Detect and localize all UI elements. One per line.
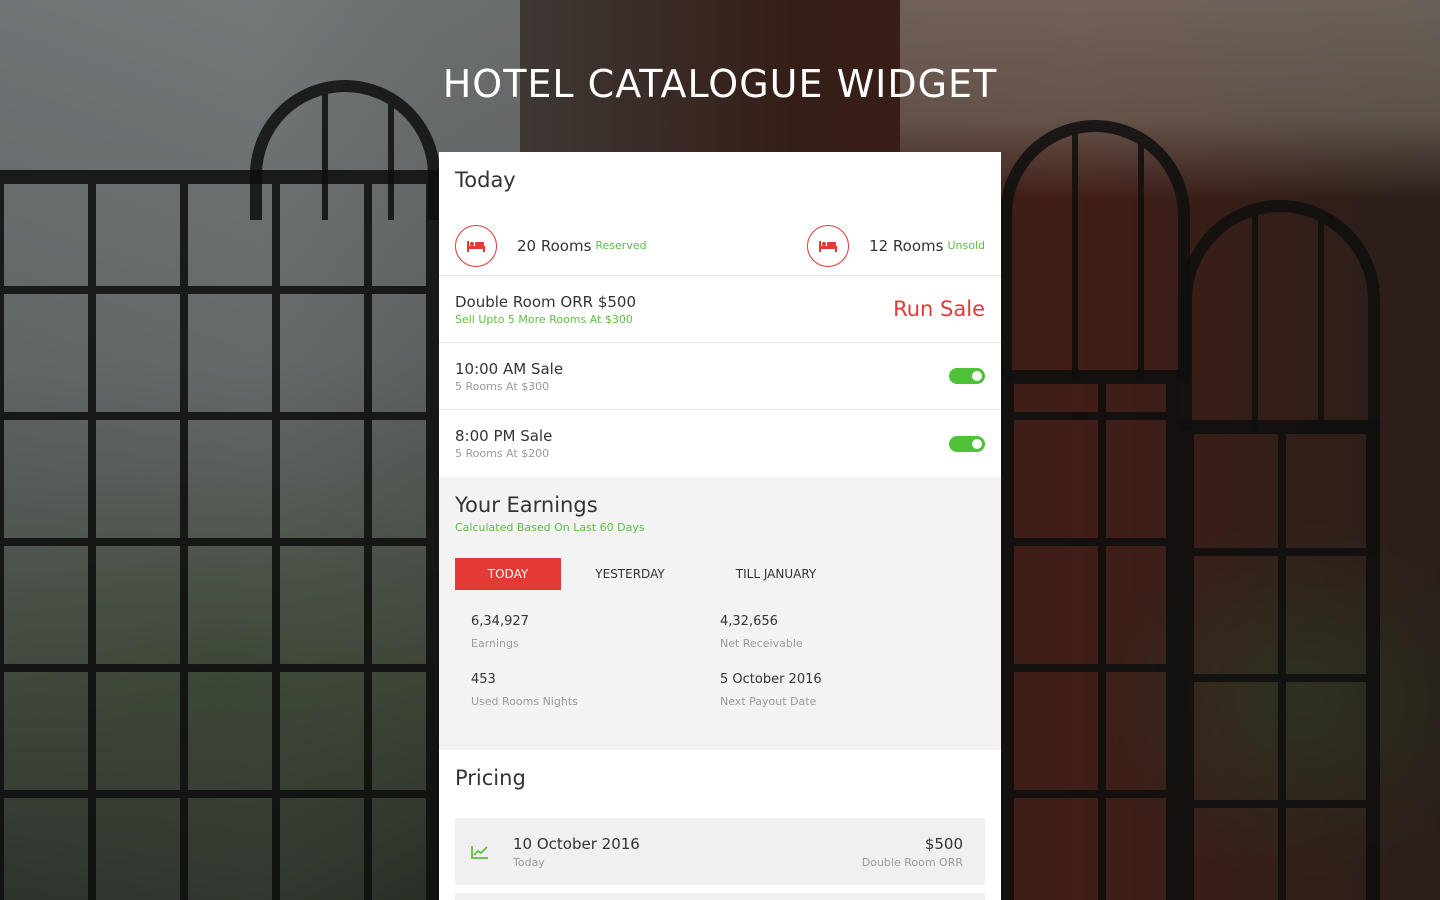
- today-heading: Today: [455, 168, 516, 192]
- stat-value: 6,34,927: [471, 614, 529, 629]
- sale-toggle[interactable]: [949, 368, 985, 384]
- sale-row: 8:00 PM Sale 5 Rooms At $200: [439, 410, 1001, 477]
- sale-subtitle: 5 Rooms At $300: [455, 379, 550, 393]
- stat-value: 453: [471, 672, 496, 687]
- stat-net-receivable: 4,32,656 Net Receivable: [720, 614, 969, 650]
- offer-row: Double Room ORR $500 Sell Upto 5 More Ro…: [439, 276, 1001, 343]
- stat-label: Used Rooms Nights: [471, 695, 578, 708]
- tab-till-january[interactable]: TILL JANUARY: [699, 558, 853, 590]
- stat-value: 5 October 2016: [720, 672, 822, 687]
- price-day: Today: [513, 855, 545, 869]
- unsold-tag: Unsold: [947, 239, 985, 252]
- stat-label: Next Payout Date: [720, 695, 817, 708]
- earnings-subtitle: Calculated Based On Last 60 Days: [455, 521, 645, 534]
- stat-label: Earnings: [471, 637, 519, 650]
- pricing-heading: Pricing: [455, 766, 526, 790]
- stat-next-payout: 5 October 2016 Next Payout Date: [720, 672, 969, 708]
- pricing-section: Pricing 10 October 2016 Today $500 Doubl…: [439, 750, 1001, 900]
- sale-subtitle: 5 Rooms At $200: [455, 447, 550, 460]
- reserved-tag: Reserved: [595, 239, 647, 252]
- rooms-summary: 20 Rooms Reserved 12 Rooms Unsold: [439, 216, 1001, 276]
- catalogue-widget: Today 20 Rooms Reserved 12 Rooms Unsold …: [439, 152, 1001, 900]
- tab-today[interactable]: TODAY: [455, 558, 561, 590]
- earnings-stats: 6,34,927 Earnings 4,32,656 Net Receivabl…: [455, 614, 985, 708]
- price-item[interactable]: 10 October 2016 Today $500 Double Room O…: [455, 818, 985, 885]
- earnings-tabs: TODAY YESTERDAY TILL JANUARY: [455, 558, 985, 590]
- run-sale-button[interactable]: Run Sale: [893, 297, 985, 321]
- offer-subtitle: Sell Upto 5 More Rooms At $300: [455, 312, 633, 326]
- offer-title: Double Room ORR $500: [455, 292, 636, 311]
- unsold-count: 12 Rooms: [869, 236, 944, 255]
- price-room: Double Room ORR: [861, 855, 963, 869]
- earnings-heading: Your Earnings: [455, 493, 598, 517]
- earnings-section: Your Earnings Calculated Based On Last 6…: [439, 477, 1001, 750]
- bed-icon: [807, 224, 850, 267]
- tab-yesterday[interactable]: YESTERDAY: [561, 558, 699, 590]
- trend-up-icon: [471, 845, 488, 859]
- stat-earnings: 6,34,927 Earnings: [471, 614, 720, 650]
- reserved-rooms: 20 Rooms Reserved: [455, 224, 647, 267]
- price-item[interactable]: [455, 893, 985, 900]
- page-title: HOTEL CATALOGUE WIDGET: [442, 62, 998, 106]
- stat-used-room-nights: 453 Used Rooms Nights: [471, 672, 720, 708]
- today-header: Today: [439, 152, 1001, 216]
- unsold-rooms: 12 Rooms Unsold: [807, 224, 985, 267]
- stat-label: Net Receivable: [720, 637, 803, 650]
- sale-row: 10:00 AM Sale 5 Rooms At $300: [439, 343, 1001, 410]
- reserved-count: 20 Rooms: [517, 236, 592, 255]
- stat-value: 4,32,656: [720, 614, 778, 629]
- sale-title: 10:00 AM Sale: [455, 359, 564, 378]
- price-date: 10 October 2016: [513, 834, 640, 853]
- sale-title: 8:00 PM Sale: [455, 427, 553, 445]
- bed-icon: [455, 224, 497, 267]
- sale-toggle[interactable]: [949, 435, 985, 452]
- price-amount: $500: [924, 834, 963, 853]
